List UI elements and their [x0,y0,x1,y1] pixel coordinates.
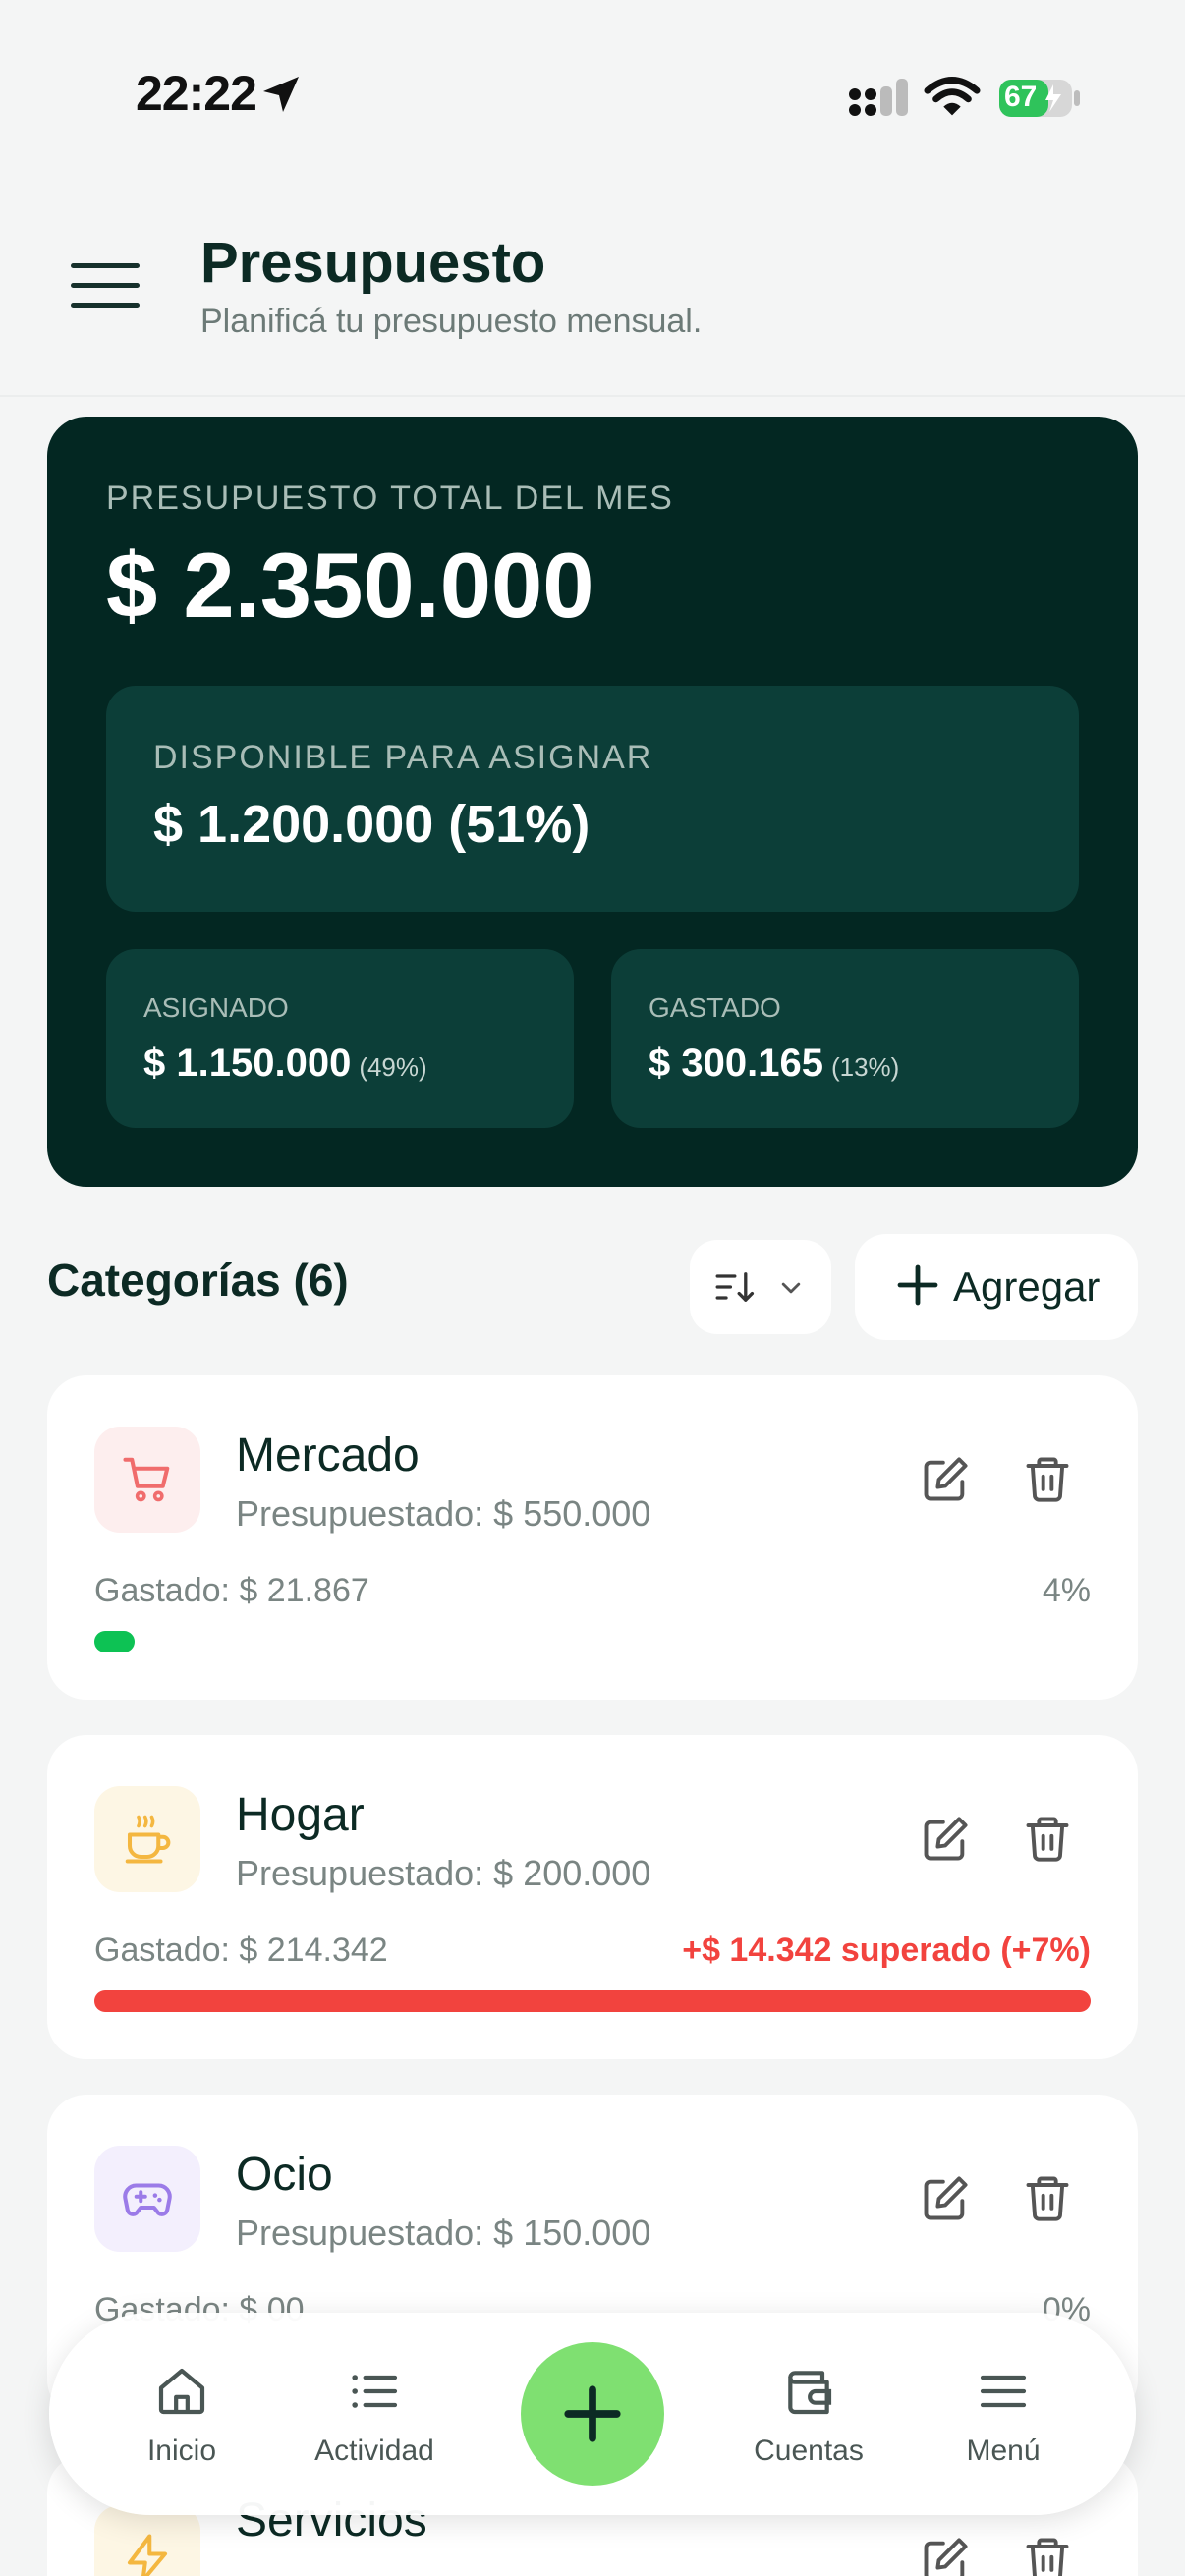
plus-icon [897,1264,938,1306]
wallet-icon [788,2371,832,2415]
battery-level: 67 [1004,81,1038,113]
trash-icon[interactable] [1022,2533,1073,2576]
nav-menu-label: Menú [966,2435,1041,2467]
status-bar: 22:22 67 [0,0,1185,196]
category-card-mercado[interactable]: Mercado Presupuestado: $ 550.000 Gastado… [47,1375,1138,1700]
app-header: Presupuesto Planificá tu presupuesto men… [0,196,1185,397]
menu-icon [980,2375,1027,2408]
category-icon-box [94,2146,200,2252]
bolt-icon [127,2534,168,2576]
category-spent: Gastado: $ 21.867 [94,1572,369,1609]
spent-value-row: $ 300.165 (13%) [649,1041,899,1086]
assigned-box: ASIGNADO $ 1.150.000 (49%) [106,949,574,1128]
add-category-button[interactable]: Agregar [855,1234,1138,1340]
nav-activity-label: Actividad [314,2435,434,2467]
available-label: DISPONIBLE PARA ASIGNAR [153,739,653,776]
assigned-value-row: $ 1.150.000 (49%) [143,1041,427,1086]
nav-activity[interactable]: Actividad [291,2364,458,2472]
cart-icon [123,1457,170,1502]
battery-indicator: 67 [998,79,1081,118]
gamepad-icon [123,2183,172,2216]
assigned-value: $ 1.150.000 [143,1041,352,1085]
bottom-navigation: Inicio Actividad Cuentas Menú [49,2313,1136,2515]
nav-home[interactable]: Inicio [98,2364,265,2472]
total-budget-value: $ 2.350.000 [106,533,594,637]
status-time: 22:22 [136,66,257,121]
spent-box: GASTADO $ 300.165 (13%) [611,949,1079,1128]
trash-icon[interactable] [1022,2171,1073,2224]
category-icon-box [94,1786,200,1892]
signal-icon [849,79,908,116]
sort-icon [715,1272,755,1302]
add-category-label: Agregar [953,1263,1100,1310]
nav-home-label: Inicio [146,2435,217,2467]
sort-button[interactable] [690,1240,831,1334]
wifi-icon [924,77,981,116]
category-budget: Presupuestado: $ 200.000 [236,1853,651,1893]
page-subtitle: Planificá tu presupuesto mensual. [200,303,703,340]
edit-icon[interactable] [920,1454,971,1505]
nav-menu[interactable]: Menú [920,2364,1087,2472]
trash-icon[interactable] [1022,1812,1073,1865]
total-budget-label: PRESUPUESTO TOTAL DEL MES [106,479,674,517]
spent-percent: (13%) [830,1052,900,1082]
assigned-percent: (49%) [359,1052,427,1082]
edit-icon[interactable] [920,2173,971,2224]
page-title: Presupuesto [200,231,546,295]
spent-label: GASTADO [649,992,781,1023]
category-spent: Gastado: $ 214.342 [94,1932,388,1969]
category-progress-fill [94,1631,135,1652]
categories-title: Categorías (6) [47,1255,349,1306]
category-name: Hogar [236,1789,365,1841]
add-transaction-button[interactable] [521,2342,664,2486]
edit-icon[interactable] [920,1814,971,1865]
category-name: Mercado [236,1429,420,1482]
spent-value: $ 300.165 [649,1041,823,1085]
home-icon [158,2368,205,2415]
cup-icon [125,1815,171,1864]
available-value: $ 1.200.000 (51%) [153,795,591,854]
nav-accounts-label: Cuentas [754,2435,864,2467]
nav-accounts[interactable]: Cuentas [725,2364,892,2472]
edit-icon[interactable] [920,2535,971,2576]
category-name: Ocio [236,2149,333,2201]
location-arrow-icon [263,77,299,112]
category-over-budget: +$ 14.342 superado (+7%) [682,1932,1091,1969]
category-budget: Presupuestado: $ 150.000 [236,2212,651,2253]
category-icon-box [94,2505,200,2576]
chevron-down-icon [781,1282,801,1294]
category-budget: Presupuestado: $ 550.000 [236,1493,651,1534]
category-icon-box [94,1427,200,1533]
category-card-hogar[interactable]: Hogar Presupuestado: $ 200.000 Gastado: … [47,1735,1138,2059]
budget-summary-card: PRESUPUESTO TOTAL DEL MES $ 2.350.000 DI… [47,417,1138,1187]
trash-icon[interactable] [1022,1452,1073,1505]
list-icon [352,2375,398,2408]
hamburger-menu-button[interactable] [71,263,140,318]
category-progress-bar [94,1631,1091,1652]
plus-icon [564,2385,621,2442]
category-progress-fill [94,1990,1091,2012]
available-to-assign-box: DISPONIBLE PARA ASIGNAR $ 1.200.000 (51%… [106,686,1079,912]
category-spent-percent: 4% [1042,1572,1091,1609]
assigned-label: ASIGNADO [143,992,289,1023]
category-progress-bar [94,1990,1091,2012]
